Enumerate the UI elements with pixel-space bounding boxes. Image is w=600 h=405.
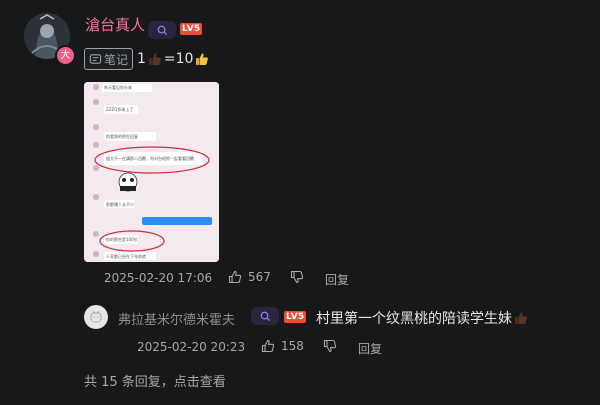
- search-user-button[interactable]: [251, 307, 279, 325]
- note-preview-line: 那都爆人长不少: [106, 202, 134, 207]
- dislike-button[interactable]: [290, 270, 304, 284]
- reply-timestamp: 2025-02-20 20:23: [137, 340, 246, 354]
- note-thumbnail[interactable]: 昨天看见你头来 ZZZQ你球上了 你看到的那些回复 放大不一在講那人回覆，你对台…: [84, 82, 219, 262]
- thumbs-down-icon: [290, 270, 304, 284]
- note-preview-line: 你的那些是100位: [106, 237, 138, 242]
- like-button[interactable]: 567: [228, 270, 271, 284]
- reply-meta: 2025-02-20 20:23: [137, 340, 245, 354]
- reply-reply-button[interactable]: 回复: [358, 340, 382, 357]
- comment-timestamp: 2025-02-20 17:06: [104, 271, 213, 285]
- reply-like-count: 158: [281, 339, 304, 353]
- thumbs-up-icon: [261, 339, 275, 353]
- reply-dislike-button[interactable]: [323, 339, 337, 353]
- reply-like-button[interactable]: 158: [261, 339, 304, 353]
- search-icon: [157, 25, 167, 35]
- comment-text-part: =10: [163, 51, 194, 67]
- note-preview-line: 你看到的那些回复: [106, 134, 138, 139]
- thumbs-up-dark-emoji-icon: [515, 312, 527, 324]
- reply-text-body: 村里第一个纹黑桃的陪读学生妹: [316, 311, 512, 327]
- reply-avatar[interactable]: [84, 305, 108, 329]
- thumbs-up-dark-emoji-icon: [148, 53, 161, 65]
- note-preview-line: 昨天看见你头来: [104, 85, 132, 90]
- level-badge: LV5: [180, 23, 203, 35]
- search-icon: [260, 311, 270, 321]
- like-count: 567: [248, 270, 271, 284]
- note-tag[interactable]: 笔记: [84, 48, 134, 70]
- note-tag-label: 笔记: [104, 52, 129, 67]
- thumbs-down-icon: [323, 339, 337, 353]
- thumbs-up-emoji-icon: [196, 53, 209, 65]
- reply-username[interactable]: 弗拉基米尔德米霍夫: [118, 309, 235, 328]
- reply-button[interactable]: 回复: [325, 271, 349, 288]
- reply-text: 村里第一个纹黑桃的陪读学生妹: [316, 308, 528, 328]
- thumbs-up-icon: [228, 270, 242, 284]
- default-avatar-icon: [90, 310, 102, 323]
- view-more-replies-link[interactable]: 共 15 条回复，点击查看: [84, 371, 226, 390]
- search-user-button[interactable]: [148, 21, 176, 39]
- comment-username[interactable]: 滄台真人: [85, 14, 145, 35]
- comment-meta: 2025-02-20 17:06: [104, 271, 212, 285]
- comment-text: 1 =10: [137, 51, 209, 67]
- note-preview-line: ZZZQ你球上了: [106, 107, 134, 112]
- note-preview-line: 放大不一在講那人回覆，你对台紹将一起看看回覆: [106, 156, 194, 161]
- note-preview-text: 昨天看见你头来 ZZZQ你球上了 你看到的那些回复 放大不一在講那人回覆，你对台…: [84, 82, 219, 262]
- note-icon: [89, 53, 102, 64]
- level-badge: LV5: [284, 311, 307, 323]
- avatar-badge: 大: [55, 45, 76, 66]
- note-preview-line: 人家都已经在下年前就: [106, 254, 146, 259]
- comment-text-part: 1: [137, 51, 146, 67]
